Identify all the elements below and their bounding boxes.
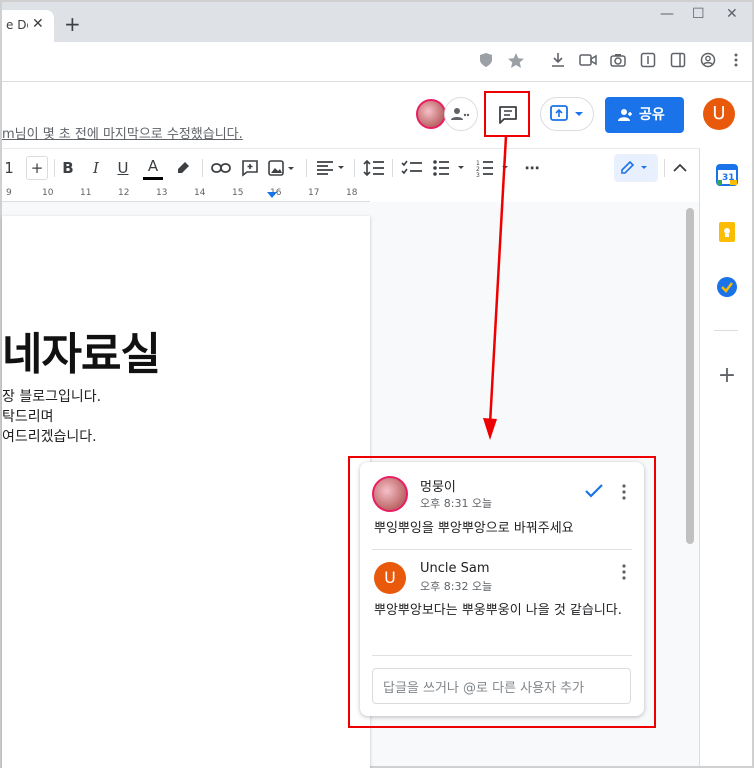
editing-mode-button[interactable] — [614, 154, 658, 182]
vertical-scrollbar[interactable] — [686, 208, 694, 544]
new-tab-button[interactable]: + — [64, 14, 81, 34]
comment-author-avatar — [372, 476, 408, 512]
browser-tab-bar: e Do ✕ + — ☐ ✕ — [2, 2, 752, 42]
collapse-menus-icon[interactable] — [670, 156, 690, 180]
more-options-button[interactable]: ⋯ — [522, 156, 542, 180]
bookmark-star-icon[interactable] — [506, 52, 526, 72]
indent-marker-icon[interactable] — [266, 191, 278, 199]
download-icon[interactable] — [548, 52, 568, 72]
comment-more-icon[interactable] — [618, 484, 630, 504]
share-person-icon — [617, 97, 635, 136]
profile-icon[interactable] — [698, 52, 718, 72]
reply-author-name: Uncle Sam — [420, 561, 490, 576]
toolbar-divider — [354, 159, 355, 177]
calendar-date-label: 31 — [722, 173, 735, 183]
share-button[interactable]: 공유 — [605, 97, 684, 133]
font-size-increase-button[interactable]: + — [26, 156, 48, 180]
toolbar-divider — [306, 159, 307, 177]
bulleted-list-icon[interactable] — [432, 156, 468, 180]
side-panel-divider — [714, 330, 738, 331]
camera-icon[interactable] — [608, 52, 628, 72]
last-edit-link[interactable]: m님이 몇 초 전에 마지막으로 수정했습니다. — [2, 123, 243, 142]
checklist-icon[interactable] — [400, 156, 424, 180]
share-label: 공유 — [639, 107, 665, 123]
toolbar-divider — [664, 159, 665, 177]
docs-header: m님이 몇 초 전에 마지막으로 수정했습니다. 공유 U — [2, 83, 752, 147]
tasks-icon[interactable] — [716, 276, 738, 298]
comment-divider — [372, 655, 632, 656]
keep-icon[interactable] — [716, 221, 738, 243]
present-button[interactable] — [540, 97, 594, 131]
reply-input[interactable]: 답글을 쓰거나 @로 다른 사용자 추가 — [372, 668, 631, 704]
annotation-arrow — [483, 136, 508, 440]
document-text-line: 탁드리며 — [2, 409, 54, 425]
ruler-tick: 18 — [346, 188, 358, 198]
open-comments-button[interactable] — [484, 91, 530, 137]
minimize-button[interactable]: — — [660, 6, 674, 22]
ruler-tick: 17 — [308, 188, 320, 198]
browser-toolbar — [2, 42, 752, 82]
browser-menu-icon[interactable] — [726, 52, 746, 72]
calendar-icon[interactable]: 31 — [716, 164, 738, 186]
comment-thread-card[interactable]: 멍뭉이 오후 8:31 오늘 뿌잉뿌잉을 뿌앙뿌앙으로 바꿔주세요 U Uncl… — [360, 462, 644, 716]
align-left-icon[interactable] — [316, 156, 346, 180]
toolbar-divider — [202, 159, 203, 177]
side-panel-icon[interactable] — [668, 52, 688, 72]
document-text-line: 장 블로그입니다. — [2, 389, 102, 405]
insert-link-icon[interactable] — [210, 156, 232, 180]
reply-author-avatar: U — [374, 562, 406, 594]
document-heading: 네자료실 — [2, 329, 161, 380]
comment-author-name: 멍뭉이 — [420, 480, 456, 495]
ruler[interactable]: 9 10 11 12 13 14 15 16 17 18 — [2, 186, 370, 202]
font-size-field[interactable]: 1 — [4, 156, 14, 180]
window-close-button[interactable]: ✕ — [726, 6, 738, 22]
toolbar-divider — [392, 159, 393, 177]
line-spacing-icon[interactable] — [362, 156, 386, 180]
svg-text:3: 3 — [476, 172, 480, 177]
collaborator-avatar[interactable] — [416, 99, 446, 129]
add-addon-button[interactable]: + — [716, 363, 738, 388]
ruler-tick: 15 — [232, 188, 244, 198]
formatting-toolbar: 1 + B I U A 123 ⋯ — [2, 148, 699, 186]
insert-image-icon[interactable] — [268, 156, 296, 180]
browser-tab[interactable]: e Do ✕ — [2, 10, 54, 42]
shield-icon[interactable] — [476, 52, 496, 72]
ruler-tick: 13 — [156, 188, 168, 198]
ruler-tick: 9 — [6, 188, 12, 198]
reply-timestamp: 오후 8:32 오늘 — [420, 580, 493, 593]
document-page[interactable]: 네자료실 장 블로그입니다. 탁드리며 여드리겠습니다. — [2, 216, 370, 768]
present-icon — [550, 105, 583, 121]
reader-mode-icon[interactable] — [638, 52, 658, 72]
underline-button[interactable]: U — [115, 156, 131, 180]
text-color-button[interactable]: A — [143, 156, 163, 180]
italic-button[interactable]: I — [88, 156, 104, 180]
maximize-button[interactable]: ☐ — [692, 6, 705, 22]
add-comment-icon[interactable] — [240, 156, 260, 180]
pencil-icon — [621, 160, 647, 174]
reply-body: 뿌앙뿌앙보다는 뿌웅뿌웅이 나을 것 같습니다. — [374, 603, 622, 618]
document-text-line: 여드리겠습니다. — [2, 429, 97, 445]
tab-close-icon[interactable]: ✕ — [32, 16, 44, 32]
video-camera-icon[interactable] — [578, 52, 598, 72]
comment-history-icon — [499, 106, 517, 124]
highlight-pen-icon[interactable] — [174, 156, 192, 180]
bold-button[interactable]: B — [60, 156, 76, 180]
comment-timestamp: 오후 8:31 오늘 — [420, 497, 493, 510]
side-panel: 31 + — [699, 148, 752, 766]
ruler-tick: 10 — [42, 188, 54, 198]
resolve-check-icon[interactable] — [584, 480, 604, 504]
tab-title: e Do — [6, 18, 28, 32]
toolbar-divider — [54, 159, 55, 177]
user-avatar[interactable]: U — [703, 98, 735, 130]
ruler-tick: 14 — [194, 188, 206, 198]
ruler-tick: 12 — [118, 188, 130, 198]
comment-divider — [372, 549, 632, 550]
collaborators-group-icon[interactable] — [444, 97, 478, 131]
reply-more-icon[interactable] — [618, 564, 630, 584]
ruler-tick: 11 — [80, 188, 92, 198]
comment-body: 뿌잉뿌잉을 뿌앙뿌앙으로 바꿔주세요 — [374, 521, 574, 536]
